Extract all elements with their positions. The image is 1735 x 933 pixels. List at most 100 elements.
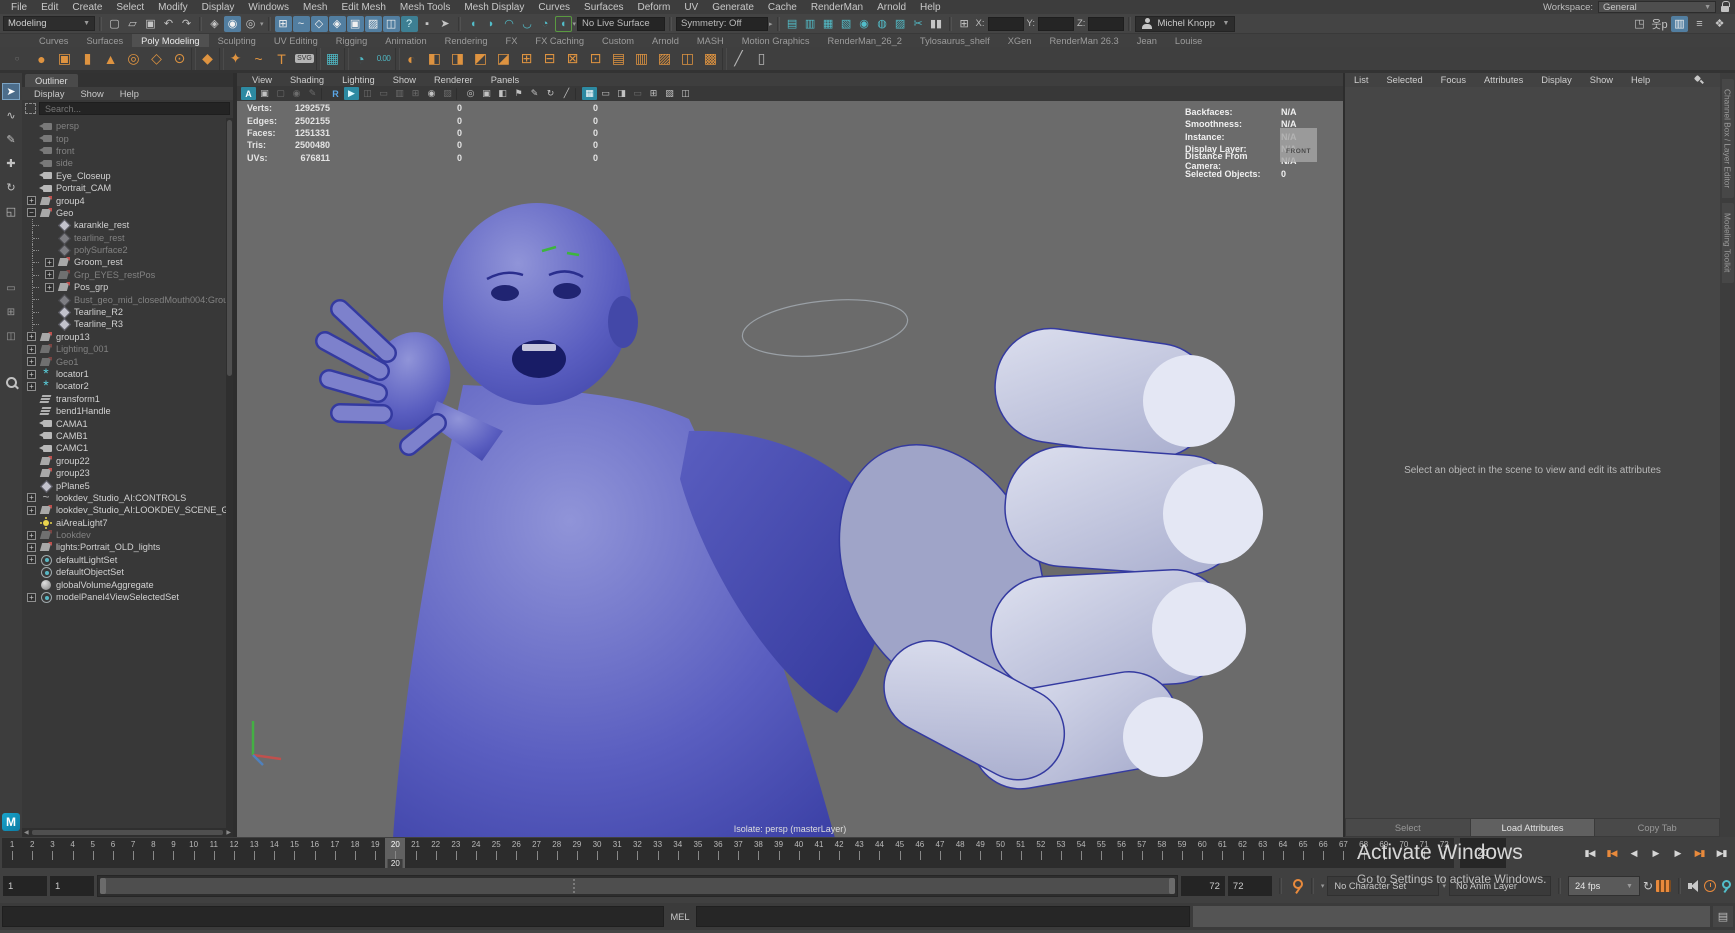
- render-icon[interactable]: ◍: [874, 16, 891, 32]
- attribute-editor-menu-item[interactable]: Focus: [1432, 75, 1475, 85]
- attribute-editor-menu-item[interactable]: List: [1345, 75, 1377, 85]
- viewport-toolbar-icon[interactable]: ◉: [289, 87, 304, 100]
- shelf-tab[interactable]: Surfaces: [77, 34, 132, 47]
- timeline-frame-66[interactable]: 66: [1313, 838, 1333, 868]
- selection-mask-icon[interactable]: ◈: [206, 16, 223, 32]
- sidebar-toggle-icon[interactable]: 웃p: [1651, 16, 1668, 32]
- outliner-tab[interactable]: Outliner: [25, 74, 78, 87]
- viewport-toolbar-icon[interactable]: A: [241, 87, 256, 100]
- outliner-item[interactable]: karankle_rest: [22, 219, 225, 231]
- attribute-editor-menu-item[interactable]: Show: [1581, 75, 1622, 85]
- snap-icon[interactable]: ➤: [437, 16, 454, 32]
- timeline-frame-52[interactable]: 52: [1031, 838, 1051, 868]
- timeline-frame-65[interactable]: 65: [1293, 838, 1313, 868]
- viewport-toolbar-icon[interactable]: ◉: [424, 87, 439, 100]
- timeline-frame-47[interactable]: 47: [930, 838, 950, 868]
- viewport-toolbar-icon[interactable]: ▧: [662, 87, 677, 100]
- shelf-tab[interactable]: FX Caching: [526, 34, 593, 47]
- shelf-icon[interactable]: ◫: [676, 47, 699, 70]
- chevron-down-icon[interactable]: ▾: [1442, 882, 1446, 890]
- z-input[interactable]: [1088, 17, 1124, 31]
- shelf-icon[interactable]: ●: [30, 47, 53, 70]
- timeline-frame-61[interactable]: 61: [1212, 838, 1232, 868]
- timeline-frame-22[interactable]: 22: [426, 838, 446, 868]
- menu-item[interactable]: Arnold: [870, 2, 913, 13]
- set-key-preferences-icon[interactable]: [1719, 880, 1732, 893]
- render-icon[interactable]: ▨: [892, 16, 909, 32]
- shelf-scroll-icon[interactable]: ○: [4, 54, 30, 63]
- expand-toggle[interactable]: [27, 196, 36, 205]
- shelf-icon[interactable]: ~: [247, 47, 270, 70]
- timeline-frame-32[interactable]: 32: [627, 838, 647, 868]
- user-account-dropdown[interactable]: Michel Knopp ▼: [1135, 16, 1235, 32]
- shelf-icon[interactable]: ◐: [400, 47, 423, 70]
- timeline-frame-38[interactable]: 38: [748, 838, 768, 868]
- layout-shortcut-icon[interactable]: ◫: [2, 328, 20, 345]
- menu-item[interactable]: Display: [195, 2, 242, 13]
- shelf-icon[interactable]: ▥: [630, 47, 653, 70]
- timeline-frame-60[interactable]: 60: [1192, 838, 1212, 868]
- expand-toggle[interactable]: [45, 283, 54, 292]
- timeline-frame-3[interactable]: 3: [42, 838, 62, 868]
- sidebar-toggle-icon[interactable]: ≡: [1691, 16, 1708, 32]
- expand-toggle[interactable]: [27, 543, 36, 552]
- outliner-filter-icon[interactable]: [25, 103, 36, 114]
- chevron-down-icon[interactable]: ▾: [1321, 882, 1325, 890]
- current-frame-field[interactable]: 20: [1460, 838, 1506, 868]
- shelf-icon[interactable]: ▦: [321, 47, 344, 70]
- outliner-item[interactable]: lookdev_Studio_AI:LOOKDEV_SCENE_GRP: [22, 504, 225, 516]
- attribute-editor-button[interactable]: Copy Tab: [1595, 819, 1719, 836]
- outliner-item[interactable]: pPlane5: [22, 479, 225, 491]
- wireframe-3d-scene[interactable]: [237, 101, 1343, 837]
- viewport-toolbar-icon[interactable]: ▭: [598, 87, 613, 100]
- timeline-frame-21[interactable]: 21: [405, 838, 425, 868]
- timeline-frame-35[interactable]: 35: [688, 838, 708, 868]
- shelf-icon[interactable]: ▩: [699, 47, 722, 70]
- shelf-icon[interactable]: ⊟: [538, 47, 561, 70]
- timeline-frame-1[interactable]: 1: [2, 838, 22, 868]
- sidebar-vertical-tab[interactable]: Modeling Toolkit: [1722, 203, 1734, 282]
- snap-icon[interactable]: ◫: [383, 16, 400, 32]
- shelf-icon[interactable]: ▨: [653, 47, 676, 70]
- shelf-icon[interactable]: ⊞: [515, 47, 538, 70]
- timeline-frame-13[interactable]: 13: [244, 838, 264, 868]
- expand-toggle[interactable]: [45, 270, 54, 279]
- outliner-item[interactable]: group23: [22, 467, 225, 479]
- symmetry-dropdown[interactable]: Symmetry: Off: [676, 17, 768, 31]
- sidebar-toggle-icon[interactable]: ▥: [1671, 16, 1688, 32]
- expand-toggle[interactable]: [45, 258, 54, 267]
- shelf-icon[interactable]: ◔: [349, 47, 372, 70]
- outliner-item[interactable]: defaultLightSet: [22, 554, 225, 566]
- timeline-frame-19[interactable]: 19: [365, 838, 385, 868]
- menu-item[interactable]: Edit Mesh: [334, 2, 392, 13]
- x-input[interactable]: [988, 17, 1024, 31]
- menu-item[interactable]: Cache: [761, 2, 804, 13]
- timeline-frame-17[interactable]: 17: [325, 838, 345, 868]
- viewport-toolbar-icon[interactable]: ◨: [614, 87, 629, 100]
- shelf-icon[interactable]: ◇: [145, 47, 168, 70]
- snap-icon[interactable]: ◇: [311, 16, 328, 32]
- attribute-editor-button[interactable]: Load Attributes: [1471, 819, 1595, 836]
- zoom-icon[interactable]: [6, 377, 17, 388]
- timeline-frame-56[interactable]: 56: [1111, 838, 1131, 868]
- shelf-icon[interactable]: ◎: [122, 47, 145, 70]
- playback-button[interactable]: ◀: [1624, 841, 1643, 865]
- outliner-horizontal-scrollbar[interactable]: ◀▶: [22, 828, 233, 837]
- timeline-frame-11[interactable]: 11: [204, 838, 224, 868]
- animation-end-field[interactable]: 72: [1228, 876, 1272, 896]
- shelf-tab[interactable]: Custom: [593, 34, 643, 47]
- timeline-frame-26[interactable]: 26: [506, 838, 526, 868]
- command-result-field[interactable]: [696, 906, 1190, 927]
- menu-item[interactable]: File: [4, 2, 34, 13]
- viewport-toolbar-icon[interactable]: ▶: [344, 87, 359, 100]
- snap-icon[interactable]: ▪: [419, 16, 436, 32]
- shelf-icon[interactable]: 0.00: [372, 47, 395, 70]
- range-center-handle[interactable]: [573, 879, 575, 893]
- attribute-editor-button[interactable]: Select: [1346, 819, 1470, 836]
- timeline-frame-7[interactable]: 7: [123, 838, 143, 868]
- menu-item[interactable]: Modify: [151, 2, 194, 13]
- viewport-toolbar-icon[interactable]: ▨: [440, 87, 455, 100]
- scroll-right-icon[interactable]: ▶: [226, 829, 231, 836]
- outliner-item[interactable]: Portrait_CAM: [22, 182, 225, 194]
- menu-item[interactable]: Select: [109, 2, 151, 13]
